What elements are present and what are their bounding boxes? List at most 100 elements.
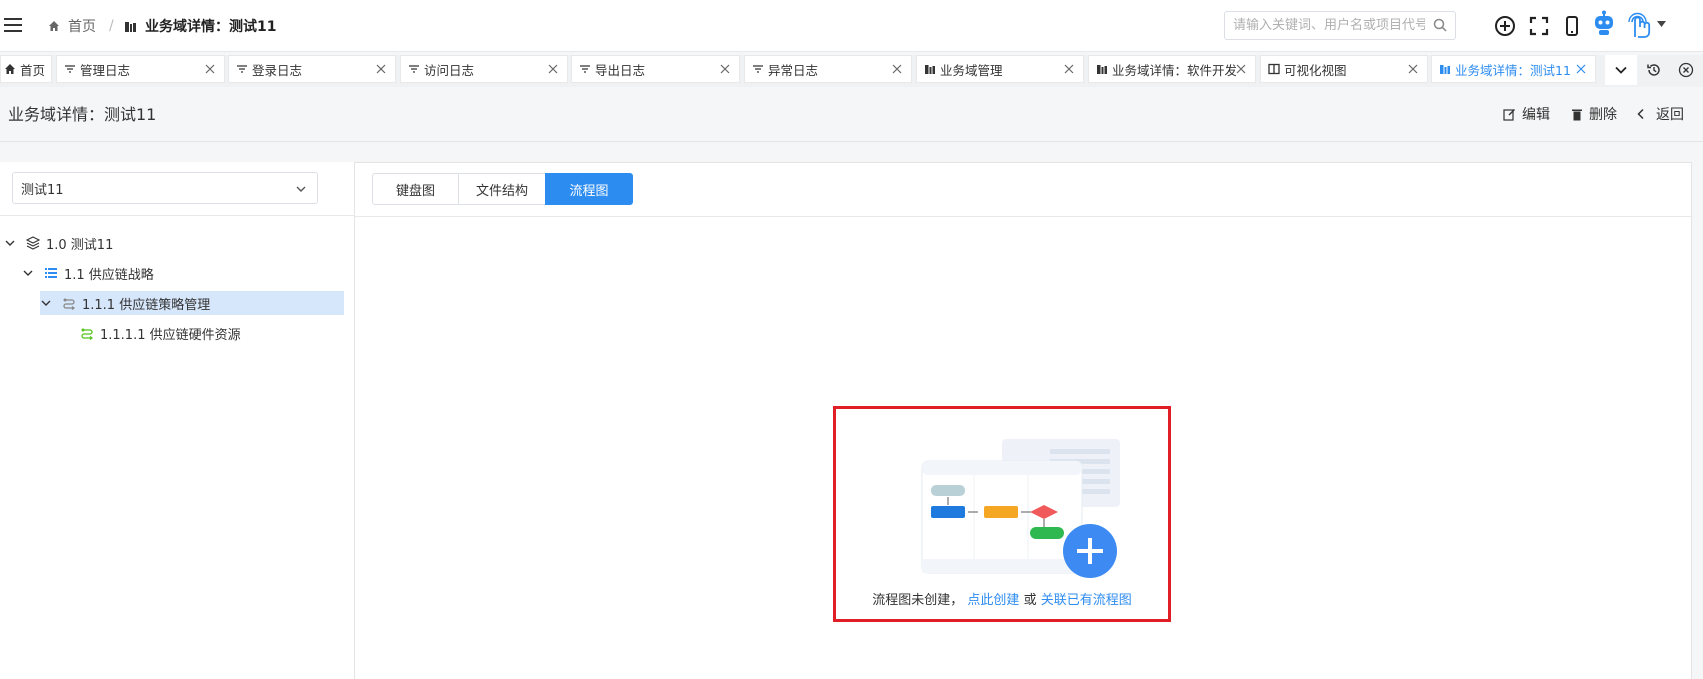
tab-label: 业务域详情：测试11	[1455, 62, 1571, 78]
filter-icon	[65, 65, 75, 73]
tab-label: 首页	[20, 62, 46, 78]
tabs-dropdown[interactable]	[1605, 55, 1637, 85]
building-icon	[1097, 65, 1107, 74]
edit-button[interactable]: 编辑	[1503, 104, 1550, 124]
close-circle-icon	[1678, 62, 1694, 78]
home-icon	[5, 64, 15, 74]
breadcrumb-home-label: 首页	[68, 19, 96, 35]
chevron-down-icon[interactable]	[40, 297, 52, 309]
chevron-left-icon	[1637, 108, 1644, 120]
robot-icon[interactable]	[1591, 10, 1617, 38]
close-icon[interactable]	[891, 63, 903, 75]
process-icon	[63, 298, 75, 310]
building-icon	[925, 65, 935, 74]
menu-icon[interactable]	[4, 18, 22, 32]
empty-prefix: 流程图未创建，	[872, 593, 964, 608]
delete-button[interactable]: 删除	[1571, 104, 1617, 124]
chevron-down-icon[interactable]	[22, 267, 34, 279]
search-box	[1224, 11, 1456, 40]
history-button[interactable]	[1638, 55, 1670, 85]
filter-icon	[580, 65, 590, 73]
tree-node-root[interactable]: 1.0 测试11	[4, 231, 113, 255]
edit-label: 编辑	[1522, 107, 1550, 123]
filter-icon	[409, 65, 419, 73]
tab-keyboard-map[interactable]: 键盘图	[372, 173, 459, 205]
empty-state-message: 流程图未创建， 点此创建 或 关联已有流程图	[836, 589, 1168, 608]
book-icon	[1268, 63, 1280, 75]
tree-node-label: 1.1 供应链战略	[64, 267, 154, 283]
search-input[interactable]	[1225, 12, 1425, 39]
edit-icon	[1503, 108, 1515, 121]
close-icon[interactable]	[1407, 63, 1419, 75]
flowchart-illustration	[921, 439, 1120, 578]
tab-home[interactable]: 首页	[0, 55, 52, 83]
trash-icon	[1572, 109, 1582, 120]
tab-label: 业务域管理	[940, 62, 1003, 78]
history-icon	[1647, 64, 1660, 76]
tree-node-label: 1.1.1.1 供应链硬件资源	[100, 327, 241, 343]
domain-select[interactable]: 测试11	[12, 172, 318, 204]
tree-node-level3[interactable]: 1.1.1.1 供应链硬件资源	[80, 321, 241, 345]
tab-domain-management[interactable]: 业务域管理	[916, 55, 1084, 83]
tab-label: 登录日志	[252, 62, 303, 78]
tab-management-log[interactable]: 管理日志	[56, 55, 225, 83]
close-icon[interactable]	[204, 63, 216, 75]
close-icon[interactable]	[719, 63, 731, 75]
left-panel: 测试11 1.0 测试11 1.1 供应链战略 1.1.1 供应链策略管理 1.…	[0, 162, 355, 679]
tab-flowchart[interactable]: 流程图	[545, 173, 633, 205]
mobile-icon[interactable]	[1560, 14, 1584, 38]
close-icon[interactable]	[1235, 63, 1247, 75]
layers-icon	[26, 236, 40, 250]
tab-label: 异常日志	[768, 62, 819, 78]
home-icon	[49, 21, 59, 31]
header-divider	[0, 141, 1703, 142]
touch-icon[interactable]	[1625, 10, 1655, 40]
create-flowchart-link[interactable]: 点此创建	[967, 593, 1019, 608]
delete-label: 删除	[1589, 107, 1617, 123]
breadcrumb-current: 业务域详情：测试11	[124, 16, 276, 36]
tab-domain-detail-software[interactable]: 业务域详情：软件开发	[1088, 55, 1256, 83]
chevron-down-icon[interactable]	[4, 237, 16, 249]
list-icon	[45, 268, 57, 278]
caret-down-icon[interactable]	[1657, 21, 1666, 27]
tab-login-log[interactable]: 登录日志	[228, 55, 396, 83]
relate-flowchart-link[interactable]: 关联已有流程图	[1041, 593, 1132, 608]
chevron-down-icon	[296, 186, 306, 192]
building-icon	[1440, 65, 1450, 74]
domain-select-value: 测试11	[21, 182, 64, 198]
tab-bar: 首页 管理日志 登录日志 访问日志 导出日志 异常日志 业务域管理 业务域详情：…	[0, 55, 1703, 87]
tree-node-level1[interactable]: 1.1 供应链战略	[22, 261, 154, 285]
tab-visual-view[interactable]: 可视化视图	[1260, 55, 1428, 83]
back-button[interactable]: 返回	[1636, 104, 1684, 124]
tab-file-structure[interactable]: 文件结构	[458, 173, 546, 205]
page-title: 业务域详情：测试11	[8, 105, 157, 124]
breadcrumb-home[interactable]: 首页	[48, 16, 96, 36]
tree-node-label: 1.1.1 供应链策略管理	[82, 297, 211, 313]
view-switcher: 键盘图 文件结构 流程图	[372, 173, 633, 205]
tab-export-log[interactable]: 导出日志	[571, 55, 740, 83]
top-header: 首页 / 业务域详情：测试11	[0, 0, 1703, 52]
tab-label: 业务域详情：软件开发	[1112, 62, 1236, 78]
empty-state-highlight: 流程图未创建， 点此创建 或 关联已有流程图	[833, 406, 1171, 622]
add-circle-icon[interactable]	[1493, 14, 1517, 38]
tab-exception-log[interactable]: 异常日志	[744, 55, 912, 83]
tree-node-label: 1.0 测试11	[46, 237, 114, 253]
close-all-tabs-button[interactable]	[1670, 55, 1702, 85]
tab-access-log[interactable]: 访问日志	[400, 55, 568, 83]
breadcrumb-separator: /	[109, 18, 114, 34]
fullscreen-icon[interactable]	[1527, 14, 1551, 38]
tree-node-level2-selected[interactable]: 1.1.1 供应链策略管理	[40, 291, 344, 315]
close-icon[interactable]	[375, 63, 387, 75]
divider	[0, 215, 355, 216]
right-panel: 键盘图 文件结构 流程图 流程图未创建， 点此创建 或 关联已有流程图	[355, 162, 1692, 679]
close-icon[interactable]	[547, 63, 559, 75]
breadcrumb-current-label: 业务域详情：测试11	[145, 19, 277, 35]
close-icon[interactable]	[1063, 63, 1075, 75]
chevron-down-icon	[1615, 66, 1627, 74]
filter-icon	[237, 65, 247, 73]
tab-domain-detail-test11[interactable]: 业务域详情：测试11	[1431, 55, 1596, 83]
close-icon[interactable]	[1575, 63, 1587, 75]
tab-label: 可视化视图	[1284, 62, 1347, 78]
search-icon[interactable]	[1433, 18, 1447, 32]
divider	[355, 216, 1691, 217]
